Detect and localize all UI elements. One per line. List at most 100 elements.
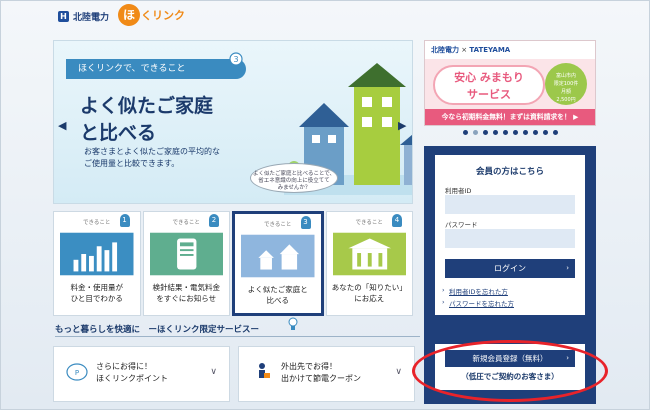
compare-houses-icon (241, 234, 315, 278)
carousel-dots (463, 130, 558, 135)
tateyama-ad-banner[interactable]: 北陸電力 × TATEYAMA 安心 みまもり サービス 富山市内 限定100件… (424, 40, 596, 126)
tile-text-line1: 検針結果・電気料金 (152, 283, 221, 292)
hokuriku-mark-icon: H (58, 11, 69, 22)
service-card-coupon[interactable]: 外出先でお得！ 出かけて節電クーポン ∨ (238, 346, 415, 402)
tile-number-badge: 4 (392, 214, 402, 227)
ad-partners: 北陸電力 × TATEYAMA (425, 41, 595, 59)
tile-text: よく似たご家庭と 比べる (235, 284, 321, 306)
ad-badge-line1: 富山市内 (555, 73, 576, 79)
section-heading: もっと暮らしを快適に ーほくリンク限定サービスー (55, 325, 260, 335)
ad-title-line1: 安心 みまもり (454, 71, 524, 84)
login-button[interactable]: ログイン › (445, 259, 575, 278)
forgot-password-link[interactable]: パスワードを忘れた方 (442, 298, 514, 308)
tile-text-line1: 料金・使用量が (70, 283, 124, 292)
carousel-dot[interactable] (523, 130, 528, 135)
login-panel: 会員の方はこちら 利用者ID パスワード ログイン › 利用者IDを忘れた方 パ… (424, 146, 596, 404)
banner-description: お客さまとよく似たご家庭の平均的な ご使用量と比較できます。 (84, 146, 220, 170)
hokuriku-electric-logo[interactable]: H 北陸電力 (58, 10, 109, 23)
ad-cta[interactable]: 今なら初期料金無料！まずは資料請求を！ ▶ (425, 109, 595, 125)
tile-want-to-know[interactable]: できること 4 あなたの「知りたい」 にお応え (325, 211, 413, 316)
hokulink-logo[interactable]: ほ くリンク (118, 4, 185, 26)
bar-graph-icon (60, 232, 134, 276)
ad-badge-line3: 月額 (560, 89, 571, 95)
register-button-label: 新規会員登録（無料） (472, 354, 548, 363)
bubble-line1: よく似たご家庭と比べることで、 (252, 171, 336, 177)
banner-title: よく似たご家庭 と比べる (80, 93, 213, 147)
lightbulb-icon (288, 317, 298, 330)
feature-tiles: できること 1 料金・使用量が ひと目でわかる できること 2 検針結果・電気料… (53, 211, 413, 316)
banner-desc-line2: ご使用量と比較できます。 (84, 159, 180, 168)
banner-bulb-number: 3 (233, 55, 238, 64)
tile-text-line2: 比べる (266, 296, 290, 305)
tile-text-line1: よく似たご家庭と (247, 285, 308, 294)
info-building-icon (332, 232, 406, 276)
company-name: 北陸電力 (73, 13, 110, 23)
carousel-prev-arrow[interactable]: ◀ (58, 119, 68, 132)
service-card-points[interactable]: P さらにお得に！ ほくリンクポイント ∨ (53, 346, 230, 402)
ad-partner-left: 北陸電力 (431, 46, 459, 54)
bubble-line3: みませんか？ (277, 185, 311, 191)
chevron-right-icon: › (566, 354, 569, 362)
tile-usage[interactable]: できること 1 料金・使用量が ひと目でわかる (53, 211, 141, 316)
svg-text:P: P (75, 369, 79, 377)
login-form: 会員の方はこちら 利用者ID パスワード ログイン › 利用者IDを忘れた方 パ… (435, 155, 585, 315)
ad-badge-line4: 2,500円 (556, 97, 576, 103)
login-title: 会員の方はこちら (475, 167, 544, 177)
user-id-input[interactable] (445, 195, 575, 214)
chevron-down-icon[interactable]: ∨ (395, 367, 402, 377)
tile-number-badge: 3 (300, 216, 311, 229)
password-input[interactable] (445, 229, 575, 248)
banner-title-line1: よく似たご家庭 (80, 95, 214, 117)
smartphone-notice-icon (149, 232, 223, 276)
tile-meter-reading[interactable]: できること 2 検針結果・電気料金 をすぐにお知らせ (142, 211, 230, 316)
carousel-dot[interactable] (463, 130, 468, 135)
tile-text: 検針結果・電気料金 をすぐにお知らせ (144, 282, 230, 304)
password-label: パスワード (445, 221, 478, 229)
ad-price-badge: 富山市内 限定100件 月額 2,500円 (545, 63, 587, 105)
service-card-line1: さらにお得に！ (96, 362, 152, 371)
carousel-dot[interactable] (513, 130, 518, 135)
chevron-right-icon: › (566, 264, 569, 272)
points-card-icon: P (66, 363, 88, 381)
service-card-line1: 外出先でお得！ (281, 362, 337, 371)
tile-compare-households[interactable]: できること 3 よく似たご家庭と 比べる (232, 211, 324, 316)
register-button[interactable]: 新規会員登録（無料） › (445, 350, 575, 367)
service-card-text: さらにお得に！ ほくリンクポイント (96, 361, 168, 385)
user-id-label: 利用者ID (445, 187, 472, 195)
forgot-id-link[interactable]: 利用者IDを忘れた方 (442, 286, 508, 296)
ad-title-line2: サービス (467, 88, 511, 101)
section-divider (55, 336, 420, 337)
carousel-dot[interactable] (503, 130, 508, 135)
register-box: 新規会員登録（無料） › （低圧でご契約のお客さま） (435, 344, 585, 390)
tile-text: あなたの「知りたい」 にお応え (327, 282, 413, 304)
carousel-dot[interactable] (533, 130, 538, 135)
site-header: H 北陸電力 ほ くリンク (0, 0, 650, 32)
ad-title: 安心 みまもり サービス (433, 65, 545, 105)
tile-text-line1: あなたの「知りたい」 (331, 283, 407, 292)
tile-text-line2: にお応え (354, 294, 385, 303)
chevron-down-icon[interactable]: ∨ (210, 367, 217, 377)
hero-carousel[interactable]: ほくリンクで、できること 3 よく似たご家庭 と比べる お客さまとよく似たご家庭… (53, 40, 413, 204)
login-button-label: ログイン (494, 264, 526, 273)
carousel-dot-active[interactable] (473, 130, 478, 135)
service-card-line2: 出かけて節電クーポン (281, 374, 361, 383)
carousel-next-arrow[interactable]: ▶ (398, 119, 408, 132)
tile-number-badge: 2 (209, 214, 219, 227)
register-subtext: （低圧でご契約のお客さま） (461, 372, 559, 381)
lightbulb-icon: 3 (229, 52, 243, 70)
ad-badge-line2: 限定100件 (553, 81, 579, 87)
tile-text: 料金・使用量が ひと目でわかる (54, 282, 140, 304)
carousel-dot[interactable] (543, 130, 548, 135)
bubble-line2: 省エネ意識の向上に役立てて (258, 178, 330, 184)
banner-title-line2: と比べる (80, 122, 157, 144)
banner-speech-bubble: よく似たご家庭と比べることで、 省エネ意識の向上に役立てて みませんか？ (250, 163, 338, 193)
banner-desc-line1: お客さまとよく似たご家庭の平均的な (84, 147, 220, 156)
ad-partner-separator: × (461, 46, 468, 54)
carousel-dot[interactable] (483, 130, 488, 135)
banner-tagline: ほくリンクで、できること (66, 59, 246, 79)
carousel-dot[interactable] (493, 130, 498, 135)
carousel-dot[interactable] (553, 130, 558, 135)
ad-partner-right: TATEYAMA (469, 46, 511, 54)
service-card-text: 外出先でお得！ 出かけて節電クーポン (281, 361, 361, 385)
tile-text-line2: をすぐにお知らせ (156, 294, 217, 303)
